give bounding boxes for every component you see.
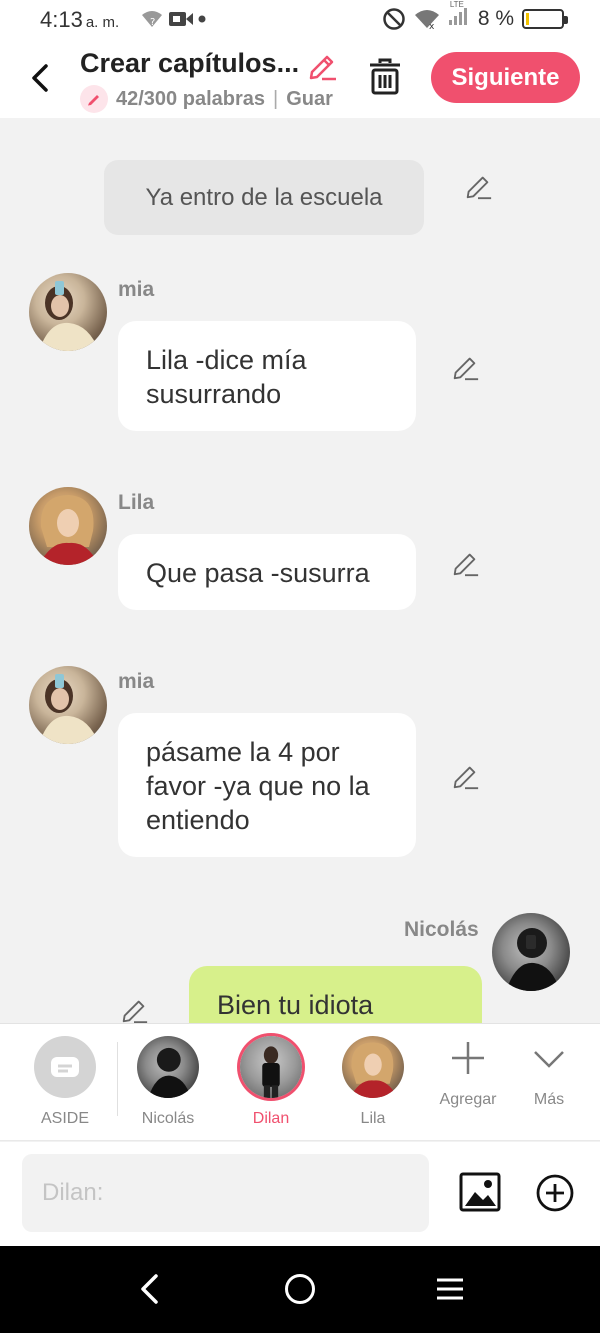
status-bar: 4:13 a. m. ? x LTE 8 %	[0, 0, 600, 40]
svg-text:x: x	[429, 22, 435, 30]
speaker-name: Lila	[118, 491, 155, 514]
more-button[interactable]: Más	[509, 1038, 589, 1109]
dnd-icon	[383, 8, 405, 30]
speaker-name: mia	[118, 670, 155, 693]
back-button[interactable]	[26, 60, 56, 96]
message-bubble[interactable]: Bien tu idiota	[189, 966, 482, 1023]
character-bar: ASIDE Nicolás Dilan Lila Agregar Más	[0, 1023, 600, 1141]
delete-button[interactable]	[368, 58, 402, 101]
status-right: x LTE 8 %	[382, 0, 568, 32]
add-character-button[interactable]: Agregar	[428, 1038, 508, 1109]
chevron-left-icon	[32, 64, 48, 92]
character-nicolas[interactable]: Nicolás	[123, 1036, 213, 1128]
speaker-name: Nicolás	[404, 918, 479, 941]
video-icon	[169, 12, 193, 26]
message-line: favor -ya que no la	[146, 771, 370, 801]
character-dilan[interactable]: Dilan	[226, 1036, 316, 1128]
message-line: pásame la 4 por	[146, 737, 340, 767]
edit-message-button[interactable]	[450, 352, 480, 387]
plus-icon	[452, 1042, 484, 1074]
save-status: Guar	[286, 87, 333, 110]
pencil-icon	[453, 553, 479, 577]
pencil-icon	[309, 55, 336, 81]
ampm-text: a. m.	[85, 14, 120, 31]
avatar-mia[interactable]	[29, 273, 107, 351]
pencil-icon	[453, 766, 479, 790]
divider	[117, 1042, 118, 1116]
status-time: 4:13 a. m.	[40, 7, 119, 33]
chevron-down-icon	[534, 1051, 564, 1068]
signal-icon	[448, 8, 467, 25]
avatar-nicolas	[137, 1036, 199, 1098]
message-line: Que pasa -susurra	[146, 558, 370, 588]
message-line: Bien tu idiota	[217, 990, 374, 1020]
nav-back-icon	[141, 1274, 158, 1304]
menu-lines-icon	[437, 1278, 463, 1300]
character-label: ASIDE	[40, 1110, 89, 1127]
avatar-lila[interactable]	[29, 487, 107, 565]
nav-recents-button[interactable]	[434, 1272, 466, 1311]
avatar-nicolas[interactable]	[492, 913, 570, 991]
wifi-question-icon: ?	[142, 11, 162, 28]
character-lila[interactable]: Lila	[328, 1036, 418, 1128]
network-text: LTE	[449, 0, 464, 9]
message-line: entiendo	[146, 805, 250, 835]
plus-circle-icon	[536, 1174, 574, 1212]
edit-title-button[interactable]	[306, 50, 338, 87]
input-row	[0, 1142, 600, 1246]
message-line: Lila -dice mía	[146, 345, 307, 375]
system-nav-bar	[0, 1246, 600, 1333]
subtitle: 42/300 palabras | Guar	[80, 85, 340, 113]
svg-text:?: ?	[150, 17, 155, 28]
avatar-mia[interactable]	[29, 666, 107, 744]
narration-bubble[interactable]: Ya entro de la escuela	[104, 160, 424, 235]
subtitle-divider: |	[273, 87, 279, 110]
character-label: Dilan	[252, 1110, 290, 1127]
avatar-dilan	[240, 1036, 302, 1098]
pencil-icon	[453, 357, 479, 381]
image-icon	[459, 1172, 501, 1212]
writing-icon	[80, 85, 108, 113]
edit-message-button[interactable]	[450, 761, 480, 796]
insert-image-button[interactable]	[459, 1172, 501, 1217]
trash-icon	[370, 58, 400, 95]
character-aside[interactable]: ASIDE	[20, 1036, 110, 1128]
header: Crear capítulos... 42/300 palabras | Gua…	[0, 40, 600, 118]
chat-area[interactable]: Ya entro de la escuela mia Lila -dice mí…	[0, 118, 600, 1023]
message-line: susurrando	[146, 379, 282, 409]
avatar-lila	[342, 1036, 404, 1098]
signal-block: LTE	[448, 0, 470, 32]
home-circle-icon	[285, 1274, 315, 1304]
message-bubble[interactable]: pásame la 4 por favor -ya que no la enti…	[118, 713, 416, 857]
title-block: Crear capítulos... 42/300 palabras | Gua…	[80, 48, 340, 113]
time-text: 4:13	[40, 7, 83, 32]
message-input[interactable]	[22, 1154, 429, 1232]
battery-text: 8 %	[477, 7, 514, 30]
message-bubble[interactable]: Que pasa -susurra	[118, 534, 416, 610]
character-label: Nicolás	[141, 1110, 195, 1127]
page-title[interactable]: Crear capítulos...	[80, 48, 300, 79]
pencil-icon	[122, 1000, 148, 1023]
add-label: Agregar	[439, 1091, 497, 1108]
aside-icon	[34, 1036, 96, 1098]
status-left-icons: ?	[140, 9, 206, 29]
message-bubble[interactable]: Lila -dice mía susurrando	[118, 321, 416, 431]
next-button[interactable]: Siguiente	[431, 52, 580, 103]
edit-message-button[interactable]	[119, 995, 149, 1023]
add-more-button[interactable]	[536, 1174, 574, 1217]
nav-home-button[interactable]	[283, 1272, 317, 1311]
more-label: Más	[533, 1091, 565, 1108]
edit-narration-button[interactable]	[463, 171, 493, 206]
word-count: 42/300 palabras	[116, 87, 265, 110]
wifi-icon: x	[414, 10, 439, 30]
character-label: Lila	[360, 1110, 386, 1127]
speaker-name: mia	[118, 278, 155, 301]
nav-back-button[interactable]	[136, 1272, 164, 1311]
edit-message-button[interactable]	[450, 548, 480, 583]
dot-icon	[198, 15, 206, 23]
pencil-icon	[466, 176, 492, 200]
battery-icon	[522, 9, 568, 29]
